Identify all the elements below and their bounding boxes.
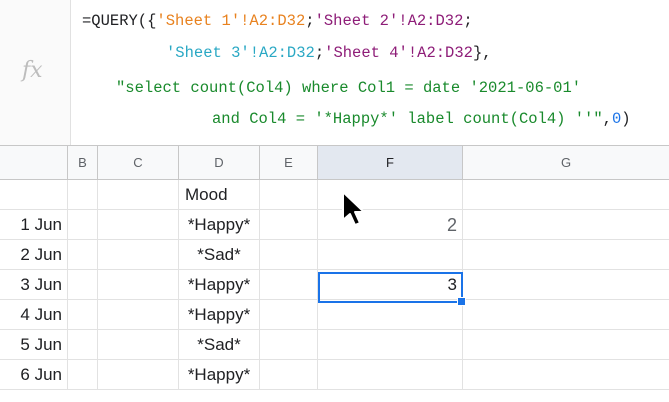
column-header-c[interactable]: C xyxy=(98,146,179,179)
cell-e[interactable] xyxy=(260,240,318,270)
cell-a[interactable]: 1 Jun xyxy=(0,210,68,240)
cell-c[interactable] xyxy=(98,330,179,360)
cell-b[interactable] xyxy=(68,180,98,210)
cell-b[interactable] xyxy=(68,240,98,270)
cell-e[interactable] xyxy=(260,300,318,330)
cell-d[interactable]: *Sad* xyxy=(179,330,260,360)
fill-handle[interactable] xyxy=(457,297,466,306)
cell-c[interactable] xyxy=(98,180,179,210)
cell-d[interactable]: *Happy* xyxy=(179,300,260,330)
cell-f-selected[interactable]: 3 xyxy=(318,270,463,300)
table-row: Mood xyxy=(0,180,669,210)
table-row: 1 Jun *Happy* 2 xyxy=(0,210,669,240)
cell-f[interactable] xyxy=(318,300,463,330)
cell-a[interactable]: 2 Jun xyxy=(0,240,68,270)
cell-g[interactable] xyxy=(463,270,669,300)
cell-a[interactable]: 6 Jun xyxy=(0,360,68,390)
column-header-f[interactable]: F xyxy=(318,146,463,179)
column-header-g[interactable]: G xyxy=(463,146,669,179)
cell-c[interactable] xyxy=(98,360,179,390)
cell-c[interactable] xyxy=(98,300,179,330)
table-row: 2 Jun *Sad* xyxy=(0,240,669,270)
table-row: 6 Jun *Happy* xyxy=(0,360,669,390)
column-header-e[interactable]: E xyxy=(260,146,318,179)
cell-b[interactable] xyxy=(68,270,98,300)
cell-g[interactable] xyxy=(463,300,669,330)
formula-input[interactable]: =QUERY({'Sheet 1'!A2:D32;'Sheet 2'!A2:D3… xyxy=(82,0,667,145)
cell-g[interactable] xyxy=(463,180,669,210)
cell-a[interactable]: 3 Jun xyxy=(0,270,68,300)
formula-bar[interactable]: fx =QUERY({'Sheet 1'!A2:D32;'Sheet 2'!A2… xyxy=(0,0,669,146)
cell-g[interactable] xyxy=(463,240,669,270)
mouse-pointer-icon xyxy=(342,191,365,226)
cell-c[interactable] xyxy=(98,240,179,270)
table-row: 5 Jun *Sad* xyxy=(0,330,669,360)
cell-d[interactable]: *Sad* xyxy=(179,240,260,270)
table-row: 4 Jun *Happy* xyxy=(0,300,669,330)
cell-f[interactable] xyxy=(318,360,463,390)
column-header-b[interactable]: B xyxy=(68,146,98,179)
cell-d[interactable]: *Happy* xyxy=(179,360,260,390)
cell-e[interactable] xyxy=(260,360,318,390)
spreadsheet-grid[interactable]: B C D E F G Mood 1 Jun *Happy* 2 2 Jun *… xyxy=(0,146,669,402)
cell-e[interactable] xyxy=(260,180,318,210)
cell-b[interactable] xyxy=(68,210,98,240)
cell-a[interactable]: 4 Jun xyxy=(0,300,68,330)
cell-g[interactable] xyxy=(463,330,669,360)
column-header-d[interactable]: D xyxy=(179,146,260,179)
cell-a[interactable]: 5 Jun xyxy=(0,330,68,360)
formula-line-1: =QUERY({'Sheet 1'!A2:D32;'Sheet 2'!A2:D3… xyxy=(82,12,473,30)
cell-e[interactable] xyxy=(260,210,318,240)
cell-g[interactable] xyxy=(463,210,669,240)
table-row: 3 Jun *Happy* 3 xyxy=(0,270,669,300)
cell-a[interactable] xyxy=(0,180,68,210)
cell-f[interactable] xyxy=(318,240,463,270)
cell-c[interactable] xyxy=(98,270,179,300)
cell-d[interactable]: *Happy* xyxy=(179,270,260,300)
cell-b[interactable] xyxy=(68,330,98,360)
cell-d[interactable]: *Happy* xyxy=(179,210,260,240)
cell-g[interactable] xyxy=(463,360,669,390)
column-header-a[interactable] xyxy=(0,146,68,179)
formula-line-4: and Col4 = '*Happy*' label count(Col4) '… xyxy=(212,110,631,128)
cell-e[interactable] xyxy=(260,270,318,300)
column-header-row: B C D E F G xyxy=(0,146,669,180)
cell-f[interactable] xyxy=(318,330,463,360)
fx-icon: fx xyxy=(22,58,43,83)
cell-b[interactable] xyxy=(68,300,98,330)
formula-line-2: 'Sheet 3'!A2:D32;'Sheet 4'!A2:D32}, xyxy=(166,44,492,62)
cell-d[interactable]: Mood xyxy=(179,180,260,210)
cell-c[interactable] xyxy=(98,210,179,240)
fx-label-box: fx xyxy=(0,0,71,145)
formula-line-3: "select count(Col4) where Col1 = date '2… xyxy=(116,79,582,97)
cell-e[interactable] xyxy=(260,330,318,360)
cell-b[interactable] xyxy=(68,360,98,390)
